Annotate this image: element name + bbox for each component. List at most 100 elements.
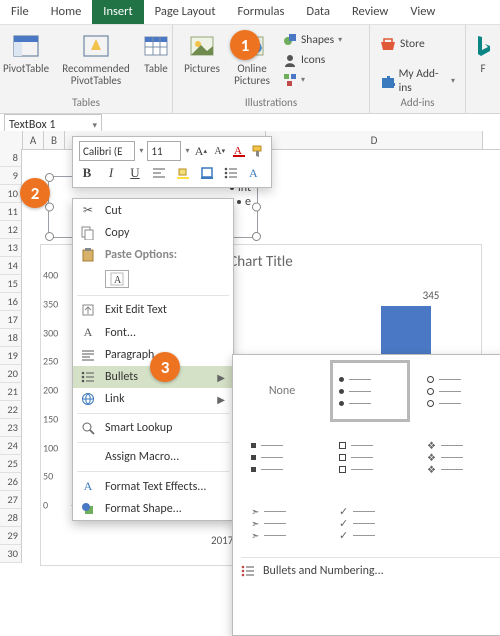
- select-all-corner[interactable]: [0, 131, 23, 149]
- mini-size[interactable]: 11: [147, 141, 181, 161]
- smartart-button[interactable]: ▾: [281, 71, 361, 89]
- tab-insert[interactable]: Insert: [92, 0, 143, 24]
- handle-mr[interactable]: [252, 203, 261, 212]
- recommended-pivottables-button[interactable]: Recommended PivotTables: [60, 29, 132, 87]
- col-A[interactable]: A: [23, 131, 44, 149]
- row-9[interactable]: 9: [0, 167, 22, 185]
- bullet-check[interactable]: ✓ ✓ ✓: [333, 495, 407, 551]
- tab-view[interactable]: View: [399, 0, 446, 24]
- ctx-font[interactable]: A Font...: [73, 321, 233, 344]
- bullet-filled-round[interactable]: [333, 363, 407, 419]
- row-15[interactable]: 15: [0, 275, 22, 293]
- col-D[interactable]: D: [266, 131, 483, 149]
- row-11[interactable]: 11: [0, 203, 22, 221]
- mini-font[interactable]: Calibri (E: [79, 141, 135, 161]
- shapes-button[interactable]: Shapes▾: [281, 31, 361, 49]
- my-addins-icon: [380, 74, 395, 88]
- icons-button[interactable]: Icons: [281, 51, 361, 69]
- row-26[interactable]: 26: [0, 473, 22, 491]
- row-12[interactable]: 12: [0, 221, 22, 239]
- ctx-paste-keeptext[interactable]: A: [73, 266, 233, 292]
- row-20[interactable]: 20: [0, 365, 22, 383]
- y-tick-400: 400: [43, 269, 58, 282]
- recommended-pivottables-icon: [81, 31, 111, 61]
- bullets-mini-icon[interactable]: [223, 165, 239, 181]
- bullets-icon: [79, 371, 97, 383]
- ctx-copy[interactable]: Copy: [73, 222, 233, 244]
- row-28[interactable]: 28: [0, 509, 22, 527]
- handle-tl[interactable]: [45, 173, 54, 182]
- table-button[interactable]: Table: [140, 29, 172, 75]
- bullet-four-diamond[interactable]: ❖ ❖ ❖: [421, 429, 495, 485]
- handle-br[interactable]: [252, 232, 261, 241]
- bing-button[interactable]: F: [474, 29, 492, 75]
- format-painter-icon[interactable]: [250, 143, 265, 159]
- align-button[interactable]: [151, 165, 167, 181]
- row-24[interactable]: 24: [0, 437, 22, 455]
- paste-keeptext-icon: A: [105, 270, 129, 288]
- handle-ml[interactable]: [45, 203, 54, 212]
- bullet-filled-square[interactable]: [245, 429, 319, 485]
- annotation-badge-3: 3: [150, 352, 180, 382]
- ctx-link[interactable]: Link ▶: [73, 388, 233, 410]
- ribbon-tabs: File Home Insert Page Layout Formulas Da…: [0, 0, 500, 25]
- ctx-cut[interactable]: ✂ Cut: [73, 199, 233, 222]
- name-box-dropdown-icon[interactable]: ▾: [92, 120, 97, 131]
- row-13[interactable]: 13: [0, 239, 22, 257]
- tab-page-layout[interactable]: Page Layout: [144, 0, 227, 24]
- tab-data[interactable]: Data: [295, 0, 341, 24]
- y-tick-350: 350: [43, 297, 58, 310]
- row-10[interactable]: 10: [0, 185, 22, 203]
- my-addins-button[interactable]: My Add-ins▾: [378, 65, 457, 97]
- row-14[interactable]: 14: [0, 257, 22, 275]
- bullet-hollow-round[interactable]: [421, 363, 495, 419]
- row-21[interactable]: 21: [0, 383, 22, 401]
- row-16[interactable]: 16: [0, 293, 22, 311]
- outline-icon[interactable]: [199, 165, 215, 181]
- tab-home[interactable]: Home: [40, 0, 93, 24]
- group-tables-label: Tables: [72, 96, 100, 111]
- ctx-paste-options: Paste Options:: [73, 244, 233, 266]
- font-icon: A: [79, 325, 97, 340]
- row-17[interactable]: 17: [0, 311, 22, 329]
- row-19[interactable]: 19: [0, 347, 22, 365]
- tab-review[interactable]: Review: [341, 0, 399, 24]
- ctx-exit-edit[interactable]: Exit Edit Text: [73, 299, 233, 321]
- bullets-and-numbering[interactable]: Bullets and Numbering...: [241, 557, 500, 578]
- row-27[interactable]: 27: [0, 491, 22, 509]
- tab-file[interactable]: File: [0, 0, 40, 24]
- shapes-icon: [283, 33, 297, 47]
- bullet-arrow[interactable]: ➣ ➣ ➣: [245, 495, 319, 551]
- tab-formulas[interactable]: Formulas: [227, 0, 296, 24]
- col-B[interactable]: B: [44, 131, 65, 149]
- pivottable-button[interactable]: PivotTable: [0, 29, 52, 75]
- row-18[interactable]: 18: [0, 329, 22, 347]
- ctx-format-shape[interactable]: Format Shape...: [73, 498, 233, 520]
- ctx-smart-lookup[interactable]: Smart Lookup: [73, 417, 233, 439]
- row-23[interactable]: 23: [0, 419, 22, 437]
- pictures-button[interactable]: Pictures: [181, 29, 223, 75]
- underline-button[interactable]: U: [127, 165, 143, 181]
- font-color-icon[interactable]: A: [231, 143, 246, 159]
- italic-button[interactable]: I: [103, 165, 119, 181]
- row-8[interactable]: 8: [0, 149, 22, 167]
- link-icon: [79, 392, 97, 406]
- ctx-assign-macro[interactable]: Assign Macro...: [73, 446, 233, 468]
- bullet-none[interactable]: None: [245, 363, 319, 419]
- handle-bl[interactable]: [45, 232, 54, 241]
- fill-color-icon[interactable]: [175, 165, 191, 181]
- increase-font-icon[interactable]: A▴: [193, 143, 208, 159]
- row-30[interactable]: 30: [0, 545, 22, 563]
- copy-icon: [79, 226, 97, 240]
- ctx-format-text-effects[interactable]: A Format Text Effects...: [73, 475, 233, 498]
- styles-icon[interactable]: A: [247, 165, 263, 181]
- bold-button[interactable]: B: [79, 165, 95, 181]
- annotation-badge-1: 1: [230, 30, 260, 60]
- x-category-2017: 2017: [211, 534, 233, 547]
- row-22[interactable]: 22: [0, 401, 22, 419]
- bullet-hollow-square[interactable]: [333, 429, 407, 485]
- row-29[interactable]: 29: [0, 527, 22, 545]
- row-25[interactable]: 25: [0, 455, 22, 473]
- decrease-font-icon[interactable]: A▾: [212, 143, 227, 159]
- store-button[interactable]: Store: [378, 35, 457, 53]
